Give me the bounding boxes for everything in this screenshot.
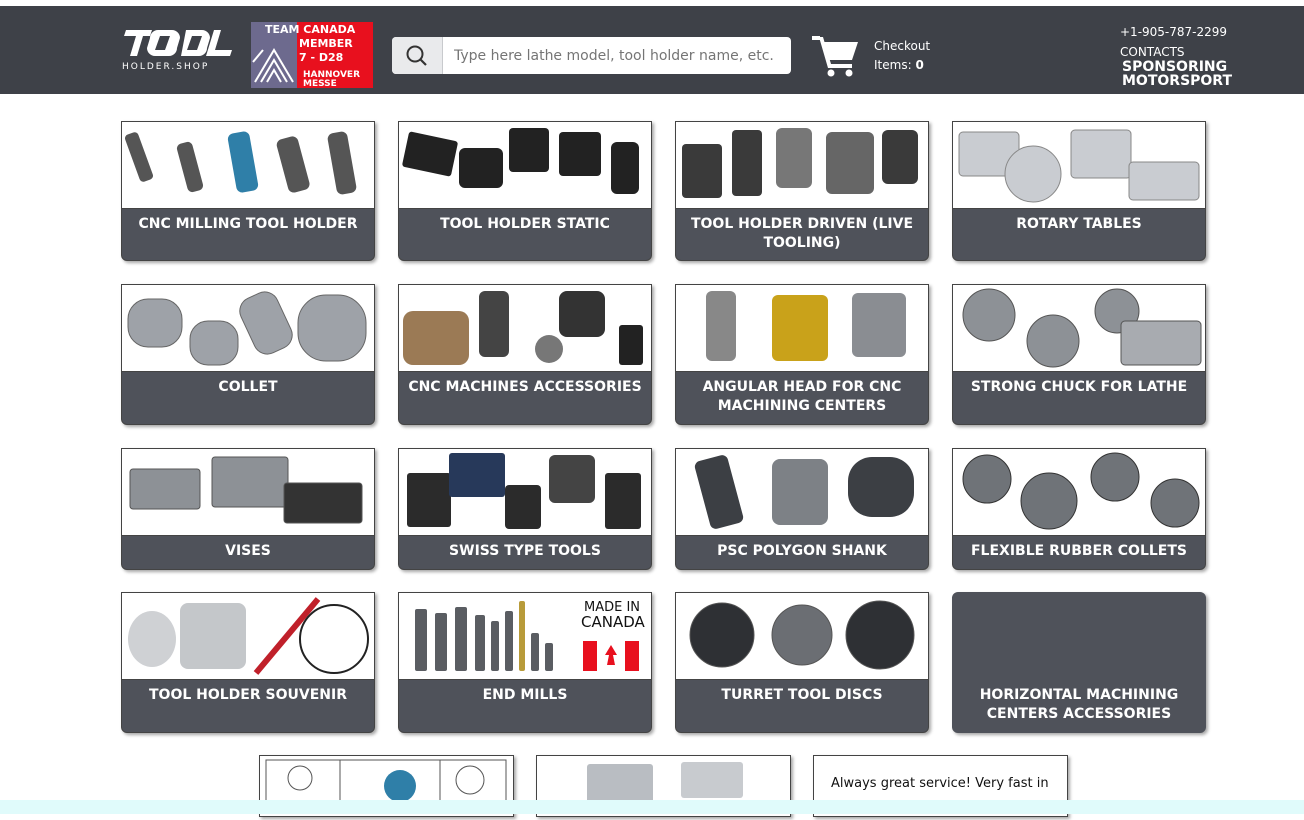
cnc-accessories-image-icon bbox=[403, 291, 643, 365]
category-card-psc-polygon-shank[interactable]: PSC POLYGON SHANK bbox=[675, 448, 929, 570]
cart-items-label: Items: bbox=[874, 58, 912, 72]
category-card-vises[interactable]: VISES bbox=[121, 448, 375, 570]
category-card-cnc-accessories[interactable]: CNC MACHINES ACCESSORIES bbox=[398, 284, 652, 425]
category-label: TURRET TOOL DISCS bbox=[721, 687, 883, 703]
swiss-tools-image-icon bbox=[407, 453, 641, 529]
rotary-tables-image-icon bbox=[958, 129, 1200, 203]
sponsoring-motorsport-link[interactable]: SPONSORING MOTORSPORT bbox=[1122, 60, 1242, 88]
contacts-link[interactable]: CONTACTS bbox=[1120, 45, 1185, 59]
category-image bbox=[122, 122, 374, 209]
search-icon bbox=[406, 45, 427, 66]
category-image bbox=[953, 285, 1205, 372]
tool-logo-icon bbox=[124, 30, 232, 56]
category-label: FLEXIBLE RUBBER COLLETS bbox=[970, 543, 1187, 559]
checkout-link[interactable]: Checkout bbox=[874, 39, 930, 53]
category-label: SWISS TYPE TOOLS bbox=[449, 543, 601, 559]
collets-image-icon bbox=[127, 291, 367, 366]
category-image bbox=[676, 285, 928, 372]
category-image bbox=[953, 449, 1205, 536]
review-text: Always great service! Very fast in bbox=[831, 776, 1049, 791]
canada-label: CANADA bbox=[581, 613, 645, 631]
phone-number[interactable]: +1-905-787-2299 bbox=[1120, 25, 1227, 39]
category-card-collet[interactable]: COLLET bbox=[121, 284, 375, 425]
category-card-end-mills[interactable]: MADE IN CANADA END MILLS bbox=[398, 592, 652, 733]
site-logo[interactable]: HOLDER.SHOP bbox=[122, 26, 234, 80]
angular-heads-image-icon bbox=[706, 291, 906, 361]
cart-link[interactable] bbox=[812, 34, 860, 78]
vises-image-icon bbox=[129, 456, 363, 524]
category-card-flexible-rubber-collets[interactable]: FLEXIBLE RUBBER COLLETS bbox=[952, 448, 1206, 570]
category-image bbox=[953, 122, 1205, 209]
sponsor-line2: MOTORSPORT bbox=[1122, 73, 1233, 89]
category-label: ANGULAR HEAD FOR CNC MACHINING CENTERS bbox=[702, 379, 902, 414]
category-label: HORIZONTAL MACHINING CENTERS ACCESSORIES bbox=[979, 687, 1179, 722]
category-image bbox=[399, 285, 651, 372]
category-image bbox=[122, 285, 374, 372]
category-card-swiss-type-tools[interactable]: SWISS TYPE TOOLS bbox=[398, 448, 652, 570]
driven-holders-image-icon bbox=[682, 128, 918, 198]
sponsor-line1: SPONSORING bbox=[1122, 59, 1228, 75]
category-image bbox=[399, 122, 651, 209]
static-holders-image-icon bbox=[402, 128, 639, 194]
category-card-angular-head[interactable]: ANGULAR HEAD FOR CNC MACHINING CENTERS bbox=[675, 284, 929, 425]
cart-items: Items: 0 bbox=[874, 58, 924, 72]
tool-holders-image-icon bbox=[124, 131, 357, 195]
category-card-turret-tool-discs[interactable]: TURRET TOOL DISCS bbox=[675, 592, 929, 733]
category-label: TOOL HOLDER DRIVEN (LIVE TOOLING) bbox=[690, 216, 914, 251]
badge-line2: MEMBER bbox=[299, 37, 353, 50]
category-card-strong-chuck[interactable]: STRONG CHUCK FOR LATHE bbox=[952, 284, 1206, 425]
category-image bbox=[399, 449, 651, 536]
category-card-souvenir[interactable]: TOOL HOLDER SOUVENIR bbox=[121, 592, 375, 733]
badge-messe: MESSE bbox=[303, 79, 337, 89]
badge-line3: 7 - D28 bbox=[299, 51, 344, 64]
category-label: COLLET bbox=[218, 379, 278, 395]
psc-shank-image-icon bbox=[694, 455, 914, 529]
category-card-tool-holder-driven[interactable]: TOOL HOLDER DRIVEN (LIVE TOOLING) bbox=[675, 121, 929, 261]
logo-subtitle: HOLDER.SHOP bbox=[122, 62, 210, 72]
category-label: ROTARY TABLES bbox=[1016, 216, 1142, 232]
category-image bbox=[122, 449, 374, 536]
search-input[interactable] bbox=[444, 37, 794, 74]
search-bar bbox=[392, 37, 794, 74]
category-image bbox=[676, 593, 928, 680]
category-label: VISES bbox=[225, 543, 271, 559]
category-label: CNC MACHINES ACCESSORIES bbox=[408, 379, 642, 395]
category-card-tool-holder-static[interactable]: TOOL HOLDER STATIC bbox=[398, 121, 652, 261]
rubber-collets-image-icon bbox=[962, 452, 1200, 530]
badge-line1: TEAM CANADA bbox=[265, 23, 356, 36]
search-button[interactable] bbox=[392, 37, 443, 74]
lathe-chucks-image-icon bbox=[962, 288, 1202, 368]
badge-line4: HANNOVER MESSE bbox=[303, 71, 373, 89]
category-card-cnc-milling[interactable]: CNC MILLING TOOL HOLDER bbox=[121, 121, 375, 261]
bottom-bar bbox=[0, 800, 1304, 814]
souvenir-image-icon bbox=[128, 597, 369, 675]
made-in-canada-badge: MADE IN CANADA bbox=[581, 601, 645, 631]
category-image bbox=[676, 449, 928, 536]
category-label: END MILLS bbox=[482, 687, 568, 703]
cart-items-count: 0 bbox=[915, 58, 924, 72]
category-label: CNC MILLING TOOL HOLDER bbox=[138, 216, 358, 232]
category-label: PSC POLYGON SHANK bbox=[717, 543, 887, 559]
shopping-cart-icon bbox=[812, 36, 858, 77]
category-card-rotary-tables[interactable]: ROTARY TABLES bbox=[952, 121, 1206, 261]
category-card-horizontal-machining[interactable]: HORIZONTAL MACHINING CENTERS ACCESSORIES bbox=[952, 592, 1206, 733]
category-image bbox=[122, 593, 374, 680]
team-canada-badge: TEAM CANADA MEMBER 7 - D28 HANNOVER MESS… bbox=[251, 22, 373, 88]
site-header: HOLDER.SHOP TEAM CANADA MEMBER 7 - D28 H… bbox=[0, 6, 1304, 94]
category-image bbox=[676, 122, 928, 209]
category-label: TOOL HOLDER SOUVENIR bbox=[149, 687, 347, 703]
category-label: TOOL HOLDER STATIC bbox=[440, 216, 610, 232]
category-label: STRONG CHUCK FOR LATHE bbox=[970, 379, 1188, 395]
turret-discs-image-icon bbox=[689, 600, 915, 670]
